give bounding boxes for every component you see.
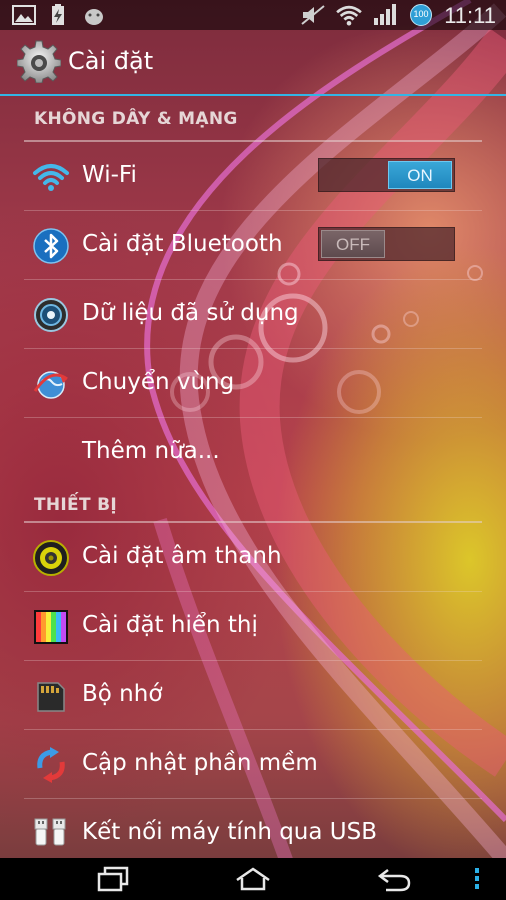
battery-badge-icon: 100 (410, 4, 432, 26)
speaker-icon (33, 540, 69, 576)
home-icon[interactable] (234, 866, 272, 892)
settings-item-label: Cài đặt hiển thị (82, 612, 258, 638)
action-bar-divider (0, 94, 506, 96)
roaming-icon (33, 371, 68, 399)
gallery-icon (12, 5, 36, 25)
mute-icon (301, 5, 325, 25)
wifi-icon (33, 164, 69, 191)
settings-item-label: Dữ liệu đã sử dụng (82, 300, 299, 326)
settings-item-display[interactable]: Cài đặt hiển thị (0, 592, 506, 661)
display-icon (34, 610, 68, 644)
software-update-icon (37, 747, 65, 783)
wifi-signal-icon (336, 5, 362, 26)
settings-item-label: Cập nhật phần mềm (82, 750, 318, 776)
menu-icon[interactable] (472, 866, 482, 892)
battery-level: 100 (413, 9, 429, 19)
settings-item-label: Bộ nhớ (82, 681, 163, 707)
settings-item-label: Cài đặt Bluetooth (82, 231, 283, 257)
settings-item-storage[interactable]: Bộ nhớ (0, 661, 506, 730)
settings-gear-icon[interactable] (17, 39, 61, 83)
settings-list: KHÔNG DÂY & MẠNG Wi-Fi ON Cài đặt Blueto… (0, 96, 506, 868)
usb-icon (34, 818, 66, 846)
settings-item-label: Cài đặt âm thanh (82, 543, 282, 569)
bluetooth-toggle[interactable]: OFF (318, 227, 455, 261)
settings-item-label: Wi-Fi (82, 162, 137, 188)
cell-signal-icon (374, 4, 396, 25)
settings-item-software-update[interactable]: Cập nhật phần mềm (0, 730, 506, 799)
section-header-label: KHÔNG DÂY & MẠNG (34, 109, 238, 129)
section-header-label: THIẾT BỊ (34, 495, 117, 515)
page-title: Cài đặt (68, 47, 154, 75)
settings-item-label: Thêm nữa... (82, 438, 220, 464)
settings-item-sound[interactable]: Cài đặt âm thanh (0, 523, 506, 592)
settings-item-label: Kết nối máy tính qua USB (82, 819, 378, 845)
bluetooth-icon (33, 228, 69, 264)
android-debug-icon (85, 9, 103, 25)
battery-charging-icon (52, 4, 64, 25)
settings-item-more[interactable]: Thêm nữa... (0, 418, 506, 487)
settings-item-bluetooth[interactable]: Cài đặt Bluetooth OFF (0, 211, 506, 280)
sd-card-icon (37, 682, 65, 712)
action-bar: Cài đặt (0, 30, 506, 96)
bluetooth-toggle-state: OFF (321, 230, 385, 258)
navigation-bar (0, 858, 506, 900)
wifi-toggle-state: ON (388, 161, 452, 189)
wifi-toggle[interactable]: ON (318, 158, 455, 192)
settings-item-label: Chuyển vùng (82, 369, 235, 395)
section-header-wireless: KHÔNG DÂY & MẠNG (0, 96, 506, 142)
settings-item-wifi[interactable]: Wi-Fi ON (0, 142, 506, 211)
settings-item-data-usage[interactable]: Dữ liệu đã sử dụng (0, 280, 506, 349)
settings-item-roaming[interactable]: Chuyển vùng (0, 349, 506, 418)
recent-apps-icon[interactable] (96, 866, 130, 892)
status-bar: 100 11:11 (0, 0, 506, 30)
back-icon[interactable] (376, 866, 412, 892)
status-time: 11:11 (444, 3, 496, 28)
data-usage-icon (34, 298, 68, 332)
